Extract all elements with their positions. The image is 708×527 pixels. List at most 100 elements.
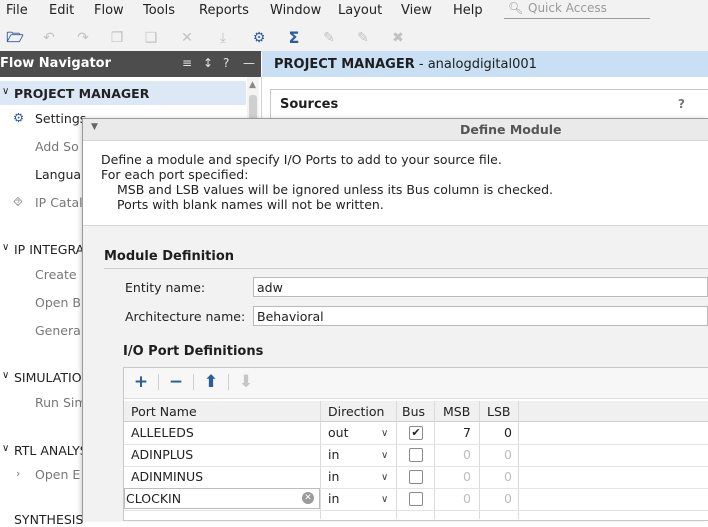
msb-cell[interactable]: 0: [441, 469, 471, 484]
architecture-name-input[interactable]: Behavioral: [253, 306, 708, 326]
copy-icon[interactable]: ❐: [108, 29, 126, 47]
bus-checkbox[interactable]: [409, 448, 423, 462]
description-line-3: MSB and LSB values will be ignored unles…: [117, 182, 554, 197]
dialog-menu-arrow-icon[interactable]: ▼: [91, 122, 98, 132]
add-port-icon[interactable]: +: [130, 371, 152, 393]
chevron-down-icon[interactable]: ∨: [381, 494, 388, 505]
delete-icon[interactable]: ✕: [178, 29, 196, 47]
sources-title: Sources: [280, 97, 339, 112]
remove-port-icon[interactable]: −: [165, 371, 187, 393]
sources-help-icon[interactable]: ?: [678, 97, 685, 111]
chevron-down-icon[interactable]: ∨: [2, 443, 9, 454]
open-project-icon[interactable]: 🗁︎: [6, 29, 24, 47]
lsb-cell[interactable]: 0: [482, 447, 512, 462]
column-msb[interactable]: MSB: [443, 404, 470, 419]
architecture-name-label: Architecture name:: [125, 309, 246, 324]
quick-access-placeholder: Quick Access: [528, 1, 607, 15]
menu-tools[interactable]: Tools: [143, 3, 175, 18]
pencil-alt-icon[interactable]: ✎: [354, 29, 372, 47]
direction-cell[interactable]: in: [328, 469, 339, 484]
nav-generate-block-design[interactable]: Genera: [35, 323, 81, 338]
port-name-cell[interactable]: CLOCKIN: [126, 491, 181, 506]
chevron-down-icon[interactable]: ∨: [2, 242, 9, 253]
chevron-down-icon[interactable]: ∨: [2, 370, 9, 381]
port-name-cell[interactable]: ALLELEDS: [131, 425, 194, 440]
direction-cell[interactable]: out: [328, 425, 348, 440]
nav-settings[interactable]: Settings: [35, 111, 86, 126]
settings-gear-icon[interactable]: ⚙: [250, 29, 268, 47]
nav-language-templates[interactable]: Langua: [35, 167, 81, 182]
collapse-all-icon[interactable]: ≡: [182, 56, 192, 70]
column-lsb[interactable]: LSB: [487, 404, 510, 419]
clear-icon[interactable]: ✕: [302, 492, 314, 504]
scroll-up-icon[interactable]: ▲: [249, 80, 256, 90]
port-name-cell[interactable]: ADINPLUS: [131, 447, 193, 462]
menu-flow[interactable]: Flow: [94, 3, 124, 18]
move-down-icon[interactable]: ⬇︎: [235, 371, 257, 393]
nav-create-block-design[interactable]: Create: [35, 267, 77, 282]
toolbar-separator: [193, 374, 194, 390]
toolbar-separator: [228, 374, 229, 390]
pencil-icon[interactable]: ✎: [320, 29, 338, 47]
menu-view[interactable]: View: [401, 3, 432, 18]
expand-icon[interactable]: ↕: [203, 56, 213, 70]
chevron-down-icon[interactable]: ∨: [381, 428, 388, 439]
nav-add-sources[interactable]: Add So: [35, 139, 79, 154]
msb-cell[interactable]: 0: [441, 447, 471, 462]
lsb-cell[interactable]: 0: [482, 425, 512, 440]
menu-edit[interactable]: Edit: [49, 3, 74, 18]
download-icon[interactable]: ⤓: [214, 29, 232, 47]
minimize-icon[interactable]: —: [243, 56, 255, 70]
chevron-down-icon[interactable]: ∨: [381, 472, 388, 483]
column-port-name[interactable]: Port Name: [131, 404, 197, 419]
msb-cell[interactable]: 7: [441, 425, 471, 440]
undo-icon[interactable]: ↶: [40, 29, 58, 47]
nav-simulation[interactable]: SIMULATION: [14, 370, 91, 385]
cross-icon[interactable]: ✖: [389, 29, 407, 47]
nav-open-block-design[interactable]: Open B: [35, 295, 81, 310]
flow-navigator-title: Flow Navigator: [0, 56, 112, 71]
entity-name-input[interactable]: adw: [253, 277, 708, 297]
move-up-icon[interactable]: ⬆︎: [200, 371, 222, 393]
toolbar-separator: [158, 374, 159, 390]
column-direction[interactable]: Direction: [328, 404, 384, 419]
lsb-cell[interactable]: 0: [482, 469, 512, 484]
sigma-icon[interactable]: Σ: [285, 29, 303, 47]
direction-cell[interactable]: in: [328, 491, 339, 506]
search-icon: 🔍︎: [508, 1, 524, 15]
module-definition-divider: [104, 268, 708, 269]
menu-reports[interactable]: Reports: [199, 3, 249, 18]
nav-ip-integrator[interactable]: IP INTEGRA: [14, 242, 84, 257]
paste-icon[interactable]: ❑: [142, 29, 160, 47]
project-manager-label: PROJECT MANAGER: [274, 57, 415, 72]
chevron-down-icon[interactable]: ∨: [381, 450, 388, 461]
bus-checkbox[interactable]: [409, 470, 423, 484]
menu-window[interactable]: Window: [270, 3, 321, 18]
menu-file[interactable]: File: [6, 3, 28, 18]
redo-icon[interactable]: ↷: [74, 29, 92, 47]
menu-layout[interactable]: Layout: [338, 3, 382, 18]
lsb-cell[interactable]: 0: [482, 491, 512, 506]
bus-checkbox[interactable]: [409, 492, 423, 506]
gear-icon: ⚙: [13, 110, 25, 125]
chevron-right-icon[interactable]: ›: [16, 467, 20, 480]
project-manager-title: PROJECT MANAGER - analogdigital001: [274, 57, 537, 72]
nav-open-elaborated-design[interactable]: Open E: [35, 467, 80, 482]
help-icon[interactable]: ?: [223, 56, 229, 70]
column-bus[interactable]: Bus: [402, 404, 425, 419]
bus-checkbox-checked[interactable]: ✔: [409, 426, 423, 440]
nav-run-simulation[interactable]: Run Sim: [35, 395, 87, 410]
msb-cell[interactable]: 0: [441, 491, 471, 506]
nav-synthesis[interactable]: SYNTHESIS: [14, 512, 83, 527]
description-line-2: For each port specified:: [101, 167, 249, 182]
module-definition-title: Module Definition: [104, 249, 235, 264]
direction-cell[interactable]: in: [328, 447, 339, 462]
nav-project-manager[interactable]: PROJECT MANAGER: [14, 86, 149, 101]
nav-rtl-analysis[interactable]: RTL ANALYS: [14, 443, 88, 458]
dialog-titlebar: [83, 119, 708, 141]
menu-help[interactable]: Help: [453, 3, 483, 18]
quick-access-search[interactable]: 🔍︎ Quick Access: [504, 1, 650, 19]
chevron-down-icon[interactable]: ∨: [2, 86, 9, 97]
nav-ip-catalog[interactable]: IP Catal: [35, 195, 83, 210]
port-name-cell[interactable]: ADINMINUS: [131, 469, 203, 484]
